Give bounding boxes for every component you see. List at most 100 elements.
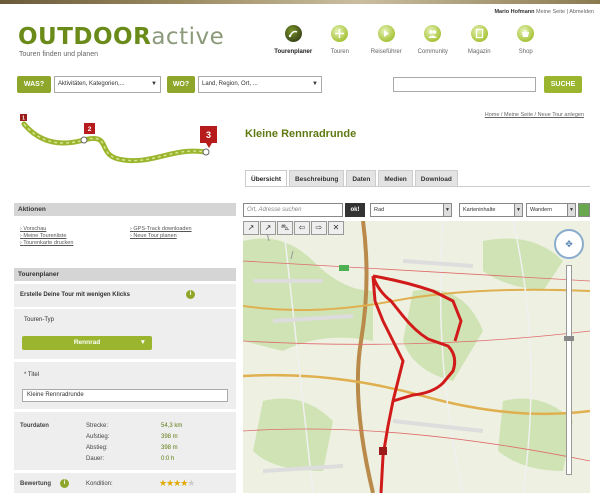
redo-icon[interactable]: ⇨	[311, 221, 327, 235]
map-canvas[interactable]	[243, 221, 590, 493]
wo-select[interactable]: Land, Region, Ort, ... ▼	[198, 76, 322, 93]
edit-route-icon[interactable]: ↗	[260, 221, 276, 235]
tab-daten[interactable]: Daten	[346, 170, 377, 187]
community-icon	[424, 25, 442, 42]
touren-typ-select[interactable]: Rennrad ▼	[22, 336, 152, 350]
map-profile-select[interactable]: Rad ▼	[370, 203, 452, 217]
tours-icon	[331, 25, 349, 42]
stat-aufstieg-label: Aufstieg:	[86, 434, 110, 440]
search-button[interactable]: SUCHE	[544, 76, 582, 93]
nav-label: Tourenplaner	[274, 49, 313, 55]
breadcrumb[interactable]: Home / Meine Seite / Neue Tour anlegen	[485, 112, 584, 118]
map-view[interactable]: ↗ ↗ ⛍ ⇦ ⇨ ✕ ✥	[243, 221, 590, 493]
stat-dauer-label: Dauer:	[86, 456, 105, 462]
link-tourenliste[interactable]: › Meine Tourenliste	[20, 233, 66, 239]
undo-icon[interactable]: ⇦	[294, 221, 310, 235]
wo-label: WO?	[167, 76, 195, 93]
touren-typ-label: Touren-Typ	[24, 317, 55, 323]
tab-bar: Übersicht Beschreibung Daten Medien Down…	[245, 170, 458, 187]
car-icon[interactable]: ⛍	[277, 221, 293, 235]
touren-typ-value: Rennrad	[73, 339, 101, 346]
bewertung-box: Bewertung i Kondition: ★★★★★	[14, 473, 236, 493]
link-gps-download[interactable]: › GPS-Track downloaden	[130, 226, 192, 232]
user-links[interactable]: Meine Seite | Abmelden	[536, 9, 594, 15]
magazine-icon	[470, 25, 488, 42]
was-select[interactable]: Aktivitäten, Kategorien,... ▼	[54, 76, 161, 93]
delete-icon[interactable]: ✕	[328, 221, 344, 235]
rating-stars[interactable]: ★★★★★	[159, 478, 195, 489]
link-neue-tour[interactable]: › Neue Tour planen	[130, 233, 177, 239]
map-view-icon[interactable]	[578, 203, 590, 217]
map-search-ok-button[interactable]: ok!	[345, 203, 365, 217]
info-icon[interactable]: i	[186, 290, 195, 299]
link-tourenkarte-drucken[interactable]: › Tourenkarte drucken	[20, 240, 73, 246]
tab-download[interactable]: Download	[414, 170, 458, 187]
tab-medien[interactable]: Medien	[378, 170, 413, 187]
user-bar: Mario Hofmann Meine Seite | Abmelden	[494, 9, 594, 15]
pan-control-icon[interactable]: ✥	[554, 229, 584, 259]
wo-select-value: Land, Region, Ort, ...	[202, 81, 258, 87]
chevron-down-icon: ▼	[514, 204, 522, 216]
nav-label: Shop	[518, 49, 533, 55]
kondition-label: Kondition:	[86, 481, 113, 487]
nav-item-tourenplaner[interactable]: Tourenplaner	[270, 25, 317, 67]
map-toolbar: Ort, Adresse suchen ok! Rad ▼ Karteninha…	[243, 203, 590, 219]
draw-route-icon[interactable]: ↗	[243, 221, 259, 235]
sidebar: Aktionen › Vorschau › Meine Tourenliste …	[14, 196, 236, 493]
title-field[interactable]: Kleine Rennradrunde	[22, 389, 228, 402]
map-content-select[interactable]: Karteninhalte ▼	[459, 203, 523, 217]
planer-hint: Erstelle Deine Tour mit wenigen Klicks	[20, 292, 130, 298]
bewertung-label: Bewertung	[20, 481, 52, 487]
guide-icon	[377, 25, 395, 42]
nav-label: Reiseführer	[370, 49, 402, 55]
map-tools: ↗ ↗ ⛍ ⇦ ⇨ ✕	[243, 221, 344, 235]
link-vorschau[interactable]: › Vorschau	[20, 226, 46, 232]
zoom-knob[interactable]	[564, 336, 574, 341]
zoom-slider[interactable]	[564, 265, 574, 475]
tab-beschreibung[interactable]: Beschreibung	[288, 170, 345, 187]
tourdaten-box: Tourdaten Strecke: 54,3 km Aufstieg: 398…	[14, 412, 236, 470]
map-content-value: Karteninhalte	[463, 207, 496, 213]
tab-uebersicht[interactable]: Übersicht	[245, 170, 287, 187]
nav-item-touren[interactable]: Touren	[317, 25, 364, 67]
nav-label: Magazin	[467, 49, 491, 55]
tab-divider	[245, 186, 590, 187]
logo-part2: active	[151, 24, 225, 50]
page-title: Kleine Rennradrunde	[245, 128, 357, 140]
aktionen-box: › Vorschau › Meine Tourenliste › Tourenk…	[14, 218, 236, 264]
route-icon	[284, 25, 302, 42]
user-name[interactable]: Mario Hofmann	[494, 9, 534, 15]
touren-typ-box: Touren-Typ Rennrad ▼	[14, 309, 236, 359]
nav-label: Community	[417, 49, 448, 55]
map-layer-value: Wandern	[530, 207, 553, 213]
stat-strecke-label: Strecke:	[86, 423, 109, 429]
tourenplaner-header: Tourenplaner	[14, 268, 236, 281]
chevron-down-icon: ▼	[312, 81, 318, 87]
was-label: WAS?	[17, 76, 51, 93]
nav-label: Touren	[330, 49, 349, 55]
map-layer-select[interactable]: Wandern ▼	[526, 203, 576, 217]
chevron-down-icon: ▼	[151, 81, 157, 87]
main-nav: Tourenplaner Touren Reiseführer Communit…	[270, 25, 595, 67]
nav-item-reisefuehrer[interactable]: Reiseführer	[363, 25, 410, 67]
stat-dauer-value: 0:0 h	[161, 456, 175, 462]
tourdaten-label: Tourdaten	[20, 423, 49, 429]
titel-label: * Titel	[24, 372, 40, 378]
nav-item-community[interactable]: Community	[410, 25, 457, 67]
logo[interactable]: OUTDOORactive	[18, 24, 224, 50]
nav-item-magazin[interactable]: Magazin	[456, 25, 503, 67]
map-search-input[interactable]: Ort, Adresse suchen	[243, 203, 343, 217]
chevron-down-icon: ▼	[443, 204, 451, 216]
route-marker-3-label: 3	[206, 130, 211, 140]
chevron-down-icon: ▼	[567, 204, 575, 216]
logo-part1: OUTDOOR	[18, 24, 152, 50]
tagline: Touren finden und planen	[19, 51, 99, 58]
route-marker-1-label: 1	[22, 116, 25, 122]
nav-item-shop[interactable]: Shop	[503, 25, 550, 67]
map-profile-value: Rad	[374, 207, 385, 213]
search-bar: WAS? Aktivitäten, Kategorien,... ▼ WO? L…	[17, 76, 582, 96]
route-illustration: 1 2 3	[20, 114, 217, 164]
stat-aufstieg-value: 398 m	[161, 434, 178, 440]
search-input[interactable]	[393, 77, 536, 92]
info-icon[interactable]: i	[60, 479, 69, 488]
